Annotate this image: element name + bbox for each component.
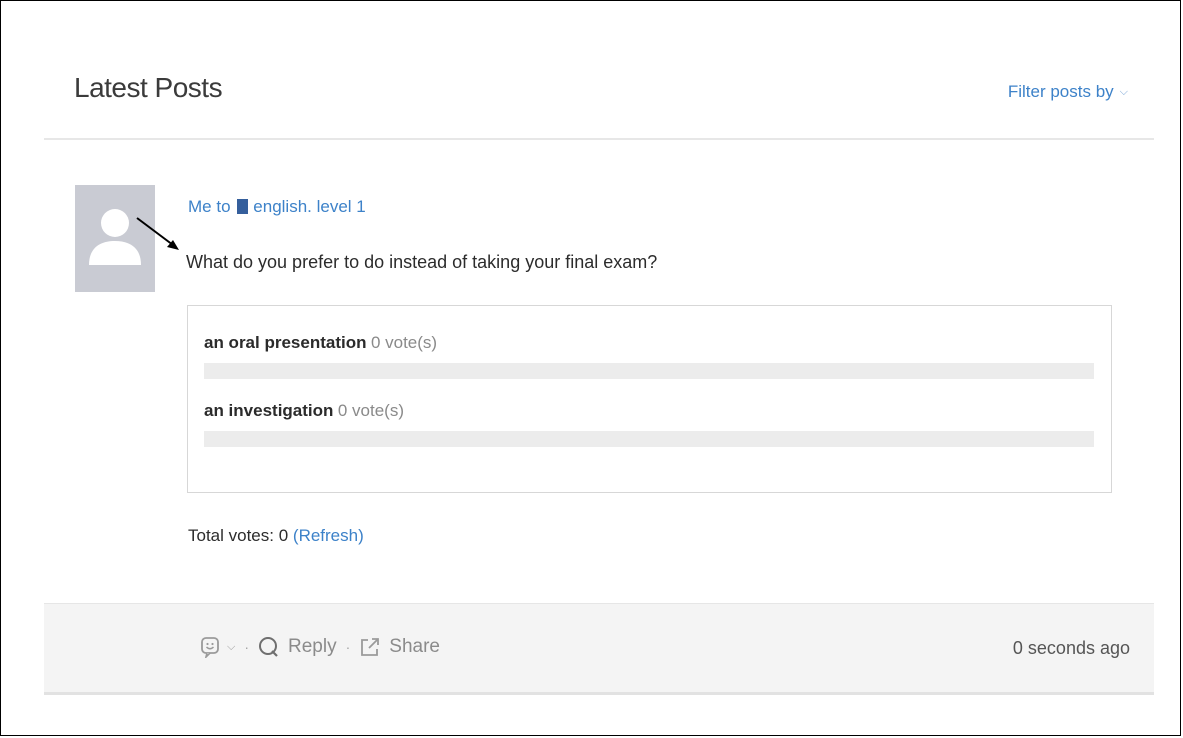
chevron-down-icon: ⌵: [1119, 86, 1128, 98]
poll-option-bar: [204, 363, 1094, 379]
share-label: Share: [389, 636, 440, 657]
post-actions: ⌵ · Reply · Share: [200, 636, 440, 658]
poll-option-label: an oral presentation: [204, 333, 367, 352]
post-question: What do you prefer to do instead of taki…: [186, 252, 658, 272]
post-to-word: to: [216, 197, 231, 216]
external-link-icon: [361, 638, 380, 656]
poll-option-votes: 0 vote(s): [337, 401, 405, 420]
post-meta: Me to english. level 1: [188, 197, 366, 217]
post-group-link[interactable]: english. level 1: [253, 197, 365, 216]
panel-header: Latest Posts Filter posts by ⌵: [44, 40, 1154, 140]
separator: ·: [244, 639, 250, 655]
smiley-icon: [201, 637, 219, 658]
filter-label: Filter posts by: [1007, 82, 1114, 101]
poll-box: an oral presentation 0 vote(s) an invest…: [187, 305, 1112, 493]
reaction-button[interactable]: ⌵: [200, 636, 235, 658]
poll-option-votes: 0 vote(s): [370, 333, 438, 352]
post-footer: ⌵ · Reply · Share 0 seconds ago: [44, 603, 1154, 695]
poll-option[interactable]: an investigation 0 vote(s): [204, 401, 1094, 447]
reply-button[interactable]: Reply: [258, 636, 337, 658]
share-button[interactable]: Share: [359, 636, 440, 658]
speech-bubble-icon: [259, 637, 278, 657]
separator: ·: [345, 639, 351, 655]
poll-option[interactable]: an oral presentation 0 vote(s): [204, 333, 1094, 379]
poll-option-bar: [204, 431, 1094, 447]
reply-label: Reply: [288, 636, 337, 657]
post-timestamp: 0 seconds ago: [1012, 638, 1130, 658]
latest-posts-panel: Latest Posts Filter posts by ⌵ Me to engl…: [44, 40, 1154, 700]
total-votes: Total votes: 0 (Refresh): [188, 526, 364, 546]
refresh-link[interactable]: (Refresh): [293, 526, 364, 545]
chevron-down-icon: ⌵: [227, 640, 236, 653]
arrow-icon: [136, 217, 179, 250]
page-title: Latest Posts: [74, 72, 223, 103]
filter-posts-dropdown[interactable]: Filter posts by ⌵: [1008, 82, 1128, 102]
group-icon: [237, 199, 249, 214]
poll-option-label: an investigation: [204, 401, 334, 420]
post-author-link[interactable]: Me: [188, 197, 212, 216]
total-votes-label: Total votes: 0: [188, 526, 289, 545]
